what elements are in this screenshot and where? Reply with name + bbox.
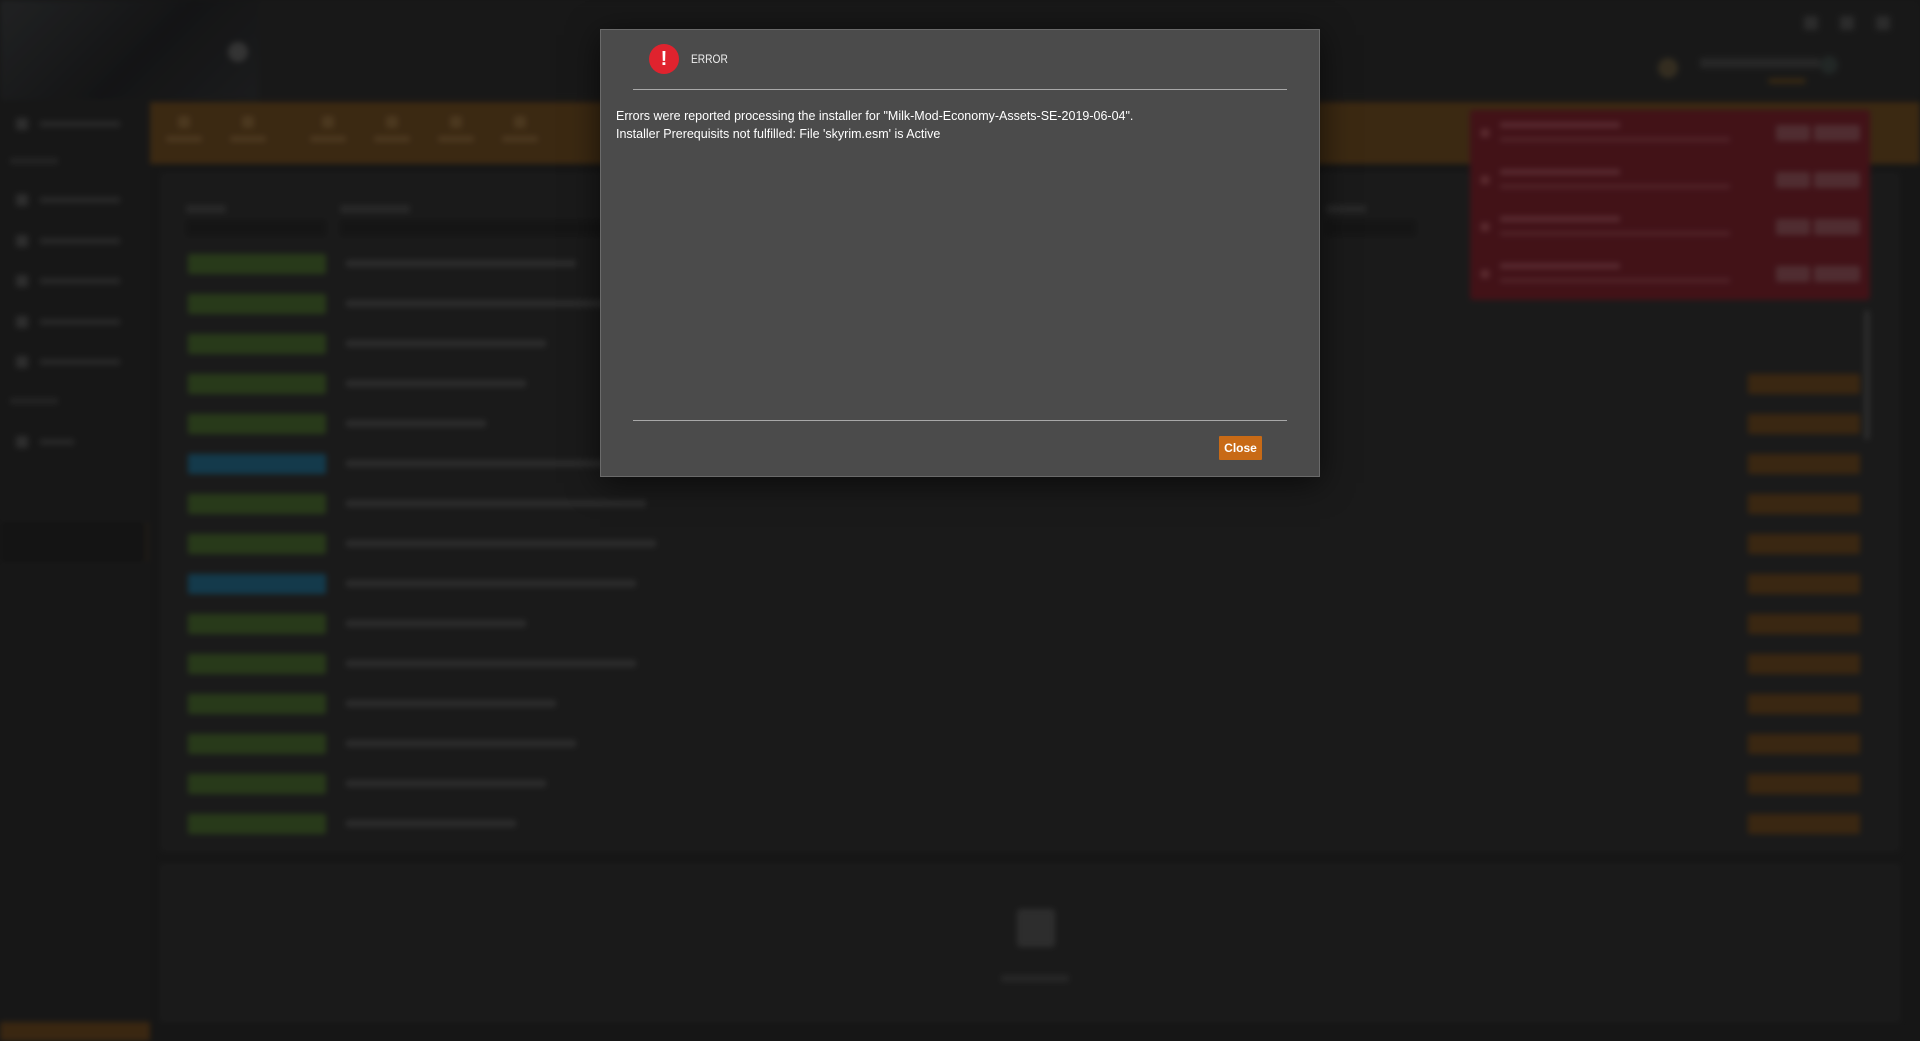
error-dialog: ! ERROR Errors were reported processing … <box>600 29 1320 477</box>
mod-manager-window: ! ERROR Errors were reported processing … <box>0 0 1920 1041</box>
dialog-message-line: Errors were reported processing the inst… <box>616 109 1134 123</box>
dialog-title: ERROR <box>691 52 728 66</box>
dialog-message: Errors were reported processing the inst… <box>616 107 1306 143</box>
dialog-message-line: Installer Prerequisits not fulfilled: Fi… <box>616 127 941 141</box>
dialog-header: ! ERROR <box>633 44 1287 90</box>
dialog-footer-divider <box>633 420 1287 421</box>
error-icon: ! <box>649 44 679 74</box>
close-button[interactable]: Close <box>1219 436 1262 460</box>
